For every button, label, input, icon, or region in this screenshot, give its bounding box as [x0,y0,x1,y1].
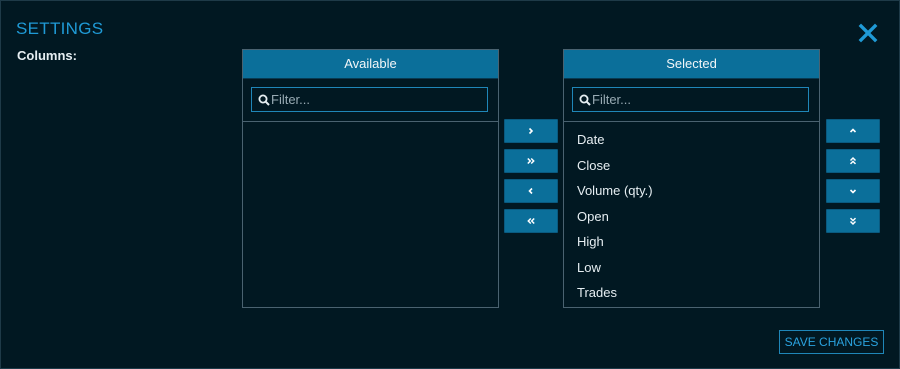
search-icon [258,94,270,106]
move-right-button[interactable] [504,119,558,143]
search-icon [579,94,591,106]
list-item[interactable]: Volume (qty.) [564,178,819,204]
available-list[interactable] [243,122,498,127]
list-item[interactable]: High [564,229,819,255]
move-left-button[interactable] [504,179,558,203]
available-panel: Available [242,49,499,308]
selected-header: Selected [564,50,819,79]
selected-list: Date Close Volume (qty.) Open High Low T… [564,122,819,306]
move-to-bottom-button[interactable] [826,209,880,233]
move-all-left-button[interactable] [504,209,558,233]
list-item[interactable]: Low [564,255,819,281]
chevron-up-icon [849,128,857,133]
double-chevron-left-icon [527,217,535,225]
dialog-title: SETTINGS [16,19,104,38]
double-chevron-up-icon [849,156,857,165]
list-item[interactable]: Open [564,204,819,230]
available-header: Available [243,50,498,79]
selected-filter-box [572,87,809,112]
double-chevron-down-icon [849,217,857,226]
save-changes-button[interactable]: SAVE CHANGES [779,330,884,354]
move-down-button[interactable] [826,179,880,203]
chevron-down-icon [849,189,857,194]
list-item[interactable]: Date [564,127,819,153]
double-chevron-right-icon [527,157,535,165]
move-all-right-button[interactable] [504,149,558,173]
chevron-right-icon [528,127,534,135]
list-item[interactable]: Close [564,153,819,179]
move-up-button[interactable] [826,119,880,143]
selected-filter-input[interactable] [592,92,792,107]
selected-filter-row [564,79,819,122]
available-filter-input[interactable] [271,92,471,107]
available-filter-box [251,87,488,112]
chevron-left-icon [528,187,533,195]
move-to-top-button[interactable] [826,149,880,173]
close-button[interactable] [857,22,879,44]
close-icon [858,23,878,43]
settings-dialog: SETTINGS Columns: Available Filter... Se… [0,0,900,369]
columns-label: Columns: [17,48,77,63]
selected-panel: Selected Date Close Volume (qty.) Open H… [563,49,820,308]
list-item[interactable]: Trades [564,280,819,306]
available-filter-row [243,79,498,122]
